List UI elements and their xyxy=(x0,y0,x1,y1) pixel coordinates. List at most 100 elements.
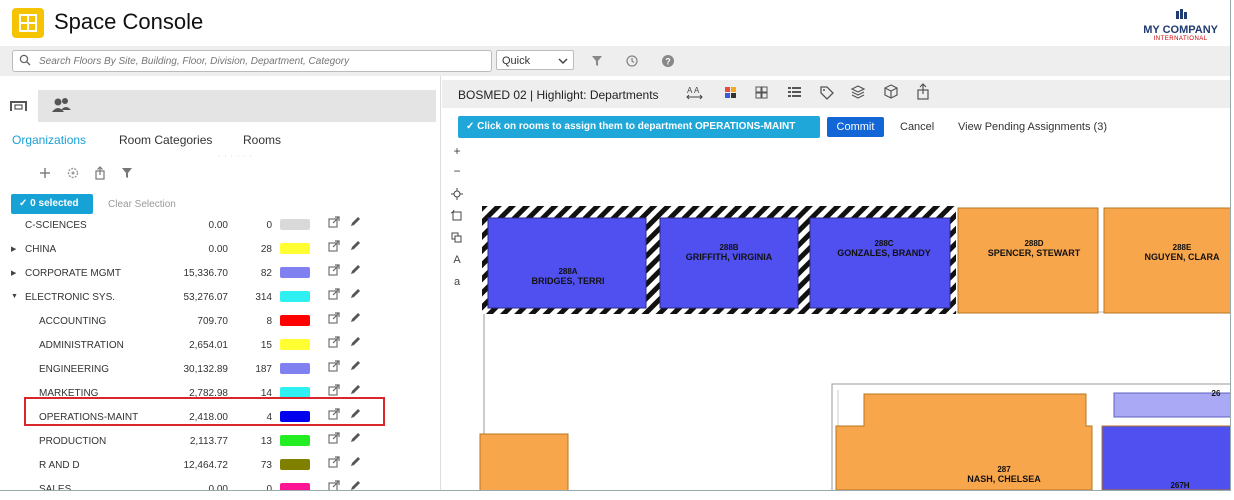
caret-down-icon[interactable]: ▼ xyxy=(11,293,18,300)
zoom-in-icon[interactable]: + xyxy=(450,144,464,158)
org-row[interactable]: ADMINISTRATION 2,654.01 15 xyxy=(0,333,440,357)
clear-selection-link[interactable]: Clear Selection xyxy=(108,199,176,210)
room-288D[interactable] xyxy=(957,207,1099,314)
open-external-icon[interactable] xyxy=(328,312,340,327)
assign-banner-text: Click on rooms to assign them to departm… xyxy=(477,121,796,132)
list-icon[interactable] xyxy=(788,87,801,97)
room-288A[interactable] xyxy=(487,217,647,309)
history-icon[interactable] xyxy=(626,55,638,70)
open-external-icon[interactable] xyxy=(328,456,340,471)
commit-button[interactable]: Commit xyxy=(827,117,884,137)
cancel-button[interactable]: Cancel xyxy=(900,121,934,133)
room-partial[interactable] xyxy=(479,433,569,490)
edit-pencil-icon[interactable] xyxy=(349,312,361,327)
subtab-organizations[interactable]: Organizations xyxy=(12,133,86,147)
caret-right-icon[interactable]: ▶ xyxy=(11,269,16,277)
org-row[interactable]: PRODUCTION 2,113.77 13 xyxy=(0,429,440,453)
layers-icon[interactable] xyxy=(850,85,866,99)
edit-pencil-icon[interactable] xyxy=(349,480,361,490)
org-count: 28 xyxy=(260,244,272,255)
open-external-icon[interactable] xyxy=(328,480,340,490)
fit-view-icon[interactable] xyxy=(450,209,464,225)
open-external-icon[interactable] xyxy=(328,288,340,303)
color-swatch[interactable] xyxy=(280,219,310,230)
color-swatch[interactable] xyxy=(280,291,310,302)
color-swatch[interactable] xyxy=(280,435,310,446)
grid-icon[interactable] xyxy=(755,86,768,99)
edit-pencil-icon[interactable] xyxy=(349,456,361,471)
search-mode-select[interactable]: Quick xyxy=(496,50,574,70)
org-row[interactable]: ENGINEERING 30,132.89 187 xyxy=(0,357,440,381)
edit-pencil-icon[interactable] xyxy=(349,360,361,375)
filter-icon[interactable] xyxy=(122,168,132,178)
org-area: 2,654.01 xyxy=(189,340,228,351)
open-external-icon[interactable] xyxy=(328,432,340,447)
edit-pencil-icon[interactable] xyxy=(349,336,361,351)
org-name: CORPORATE MGMT xyxy=(25,268,121,279)
org-row[interactable]: C-SCIENCES 0.00 0 xyxy=(0,216,440,237)
subtab-rooms[interactable]: Rooms xyxy=(243,133,281,147)
open-external-icon[interactable] xyxy=(328,360,340,375)
org-row[interactable]: ▶ CHINA 0.00 28 xyxy=(0,237,440,261)
floor-plan[interactable]: 288A BRIDGES, TERRI 288B GRIFFITH, VIRGINIA… xyxy=(472,144,1230,490)
color-grid-icon[interactable] xyxy=(725,87,736,98)
export-icon[interactable] xyxy=(95,166,105,180)
open-external-icon[interactable] xyxy=(328,240,340,255)
tab-floorplan[interactable] xyxy=(0,90,38,122)
color-swatch[interactable] xyxy=(280,243,310,254)
room-number: 288B xyxy=(719,243,738,252)
filter-icon[interactable] xyxy=(591,55,603,70)
search-mode-value: Quick xyxy=(502,55,531,67)
room-287[interactable] xyxy=(835,393,1093,490)
locate-icon[interactable] xyxy=(450,188,464,203)
open-external-icon[interactable] xyxy=(328,336,340,351)
color-swatch[interactable] xyxy=(280,459,310,470)
search-toolbar: Quick ? xyxy=(0,46,1230,76)
zoom-out-icon[interactable]: − xyxy=(450,164,464,178)
room-number: 288D xyxy=(1024,239,1043,248)
color-swatch[interactable] xyxy=(280,363,310,374)
edit-pencil-icon[interactable] xyxy=(349,240,361,255)
font-smaller-icon[interactable]: a xyxy=(450,276,464,288)
copy-icon[interactable] xyxy=(450,232,464,247)
org-row[interactable]: R AND D 12,464.72 73 xyxy=(0,453,440,477)
org-name: ADMINISTRATION xyxy=(39,340,124,351)
selected-count-button[interactable]: ✓ 0 selected xyxy=(11,194,93,214)
room-288C[interactable] xyxy=(809,217,951,309)
font-larger-icon[interactable]: A xyxy=(450,254,464,266)
caret-right-icon[interactable]: ▶ xyxy=(11,245,16,253)
color-swatch[interactable] xyxy=(280,267,310,278)
floor-title: BOSMED 02 | Highlight: Departments xyxy=(458,88,659,102)
text-label-icon[interactable]: AA xyxy=(686,86,703,100)
search-box[interactable] xyxy=(12,50,492,72)
cube-icon[interactable] xyxy=(884,84,898,99)
color-swatch[interactable] xyxy=(280,315,310,326)
edit-pencil-icon[interactable] xyxy=(349,216,361,231)
edit-pencil-icon[interactable] xyxy=(349,288,361,303)
org-row[interactable]: SALES 0.00 0 xyxy=(0,477,440,490)
tab-people[interactable] xyxy=(38,90,436,122)
room-267H[interactable] xyxy=(1101,425,1230,490)
subtab-room-categories[interactable]: Room Categories xyxy=(119,133,212,147)
settings-icon[interactable] xyxy=(67,167,79,179)
resize-handle[interactable]: · · · · · · xyxy=(218,153,253,160)
app-logo-icon[interactable] xyxy=(12,8,44,38)
tag-icon[interactable] xyxy=(820,86,834,100)
share-icon[interactable] xyxy=(917,83,929,100)
edit-pencil-icon[interactable] xyxy=(349,432,361,447)
edit-pencil-icon[interactable] xyxy=(349,264,361,279)
org-row[interactable]: ACCOUNTING 709.70 8 xyxy=(0,309,440,333)
open-external-icon[interactable] xyxy=(328,264,340,279)
view-pending-link[interactable]: View Pending Assignments (3) xyxy=(958,121,1107,133)
add-icon[interactable] xyxy=(40,168,50,178)
color-swatch[interactable] xyxy=(280,483,310,490)
floor-plan-svg[interactable]: 288ABRIDGES, TERRI 288BGRIFFITH, VIRGINIA… xyxy=(472,144,1230,490)
room-occupant: BRIDGES, TERRI xyxy=(531,276,604,286)
open-external-icon[interactable] xyxy=(328,216,340,231)
room-288B[interactable] xyxy=(659,217,799,309)
org-row[interactable]: ▶ CORPORATE MGMT 15,336.70 82 xyxy=(0,261,440,285)
search-input[interactable] xyxy=(37,52,481,70)
org-row[interactable]: ▼ ELECTRONIC SYS. 53,276.07 314 xyxy=(0,285,440,309)
help-icon[interactable]: ? xyxy=(662,55,674,70)
color-swatch[interactable] xyxy=(280,339,310,350)
